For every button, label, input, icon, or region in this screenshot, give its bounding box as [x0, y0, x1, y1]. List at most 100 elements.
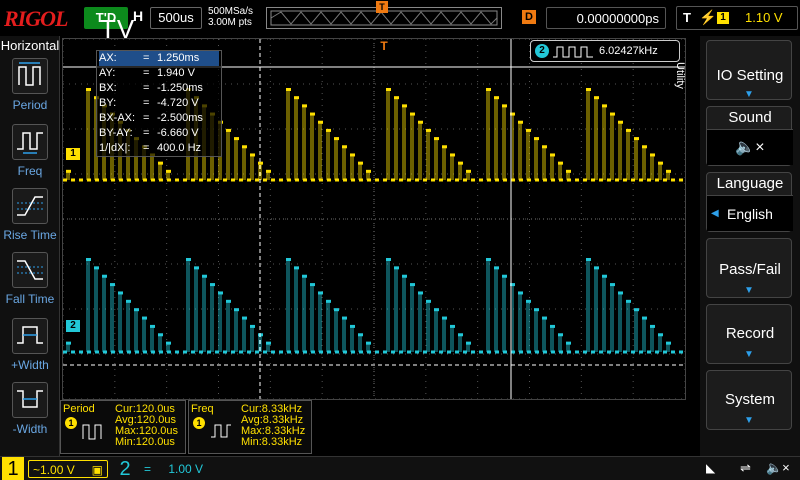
- menu-item-label: +Width: [11, 358, 49, 372]
- ch1-waveform-peak: [434, 137, 439, 141]
- ch1-number[interactable]: 1: [2, 457, 24, 480]
- chevron-left-icon: ◀: [711, 208, 719, 219]
- trigger-level: 1.10 V: [745, 10, 783, 25]
- language-button[interactable]: Language ◀ English: [706, 172, 793, 232]
- ch1-waveform-peak: [494, 96, 499, 100]
- measurement-freq[interactable]: Freq 1 Cur:8.33kHz Avg:8.33kHz Max:8.33k…: [188, 400, 312, 454]
- measurement-period[interactable]: Period 1 Cur:120.0us Avg:120.0us Max:120…: [60, 400, 186, 454]
- minus-width-icon[interactable]: [12, 382, 48, 418]
- ch2-waveform-peak: [202, 274, 207, 278]
- record-button[interactable]: Record ▼: [706, 304, 792, 364]
- ch2-waveform-peak: [558, 333, 563, 337]
- menu-item-rise-time[interactable]: Rise Time: [2, 188, 58, 248]
- menu-item-label: Record: [725, 325, 775, 342]
- freq-icon[interactable]: [12, 124, 48, 160]
- chevron-down-icon: ▼: [744, 415, 754, 426]
- trigger-position-marker: T: [376, 1, 388, 13]
- timebase-value[interactable]: 500us: [150, 7, 202, 29]
- trigger-info[interactable]: T ⚡ 1 1.10 V: [676, 6, 798, 30]
- ch2-waveform-peak: [326, 299, 331, 303]
- ch2-waveform-peak: [410, 283, 415, 287]
- sound-button[interactable]: Sound 🔈×: [706, 106, 793, 166]
- period-icon[interactable]: [12, 58, 48, 94]
- menu-item-label: Freq: [17, 164, 43, 178]
- ch2-waveform-peak: [610, 283, 615, 287]
- ch1-waveform-peak: [450, 153, 455, 157]
- io-setting-button[interactable]: IO Setting ▼: [706, 40, 792, 100]
- ch1-offset-marker[interactable]: 1: [66, 148, 80, 160]
- ch2-waveform-peak: [442, 316, 447, 320]
- freq-icon: [211, 424, 231, 438]
- menu-item-period[interactable]: Period: [2, 58, 58, 118]
- ch1-waveform-peak: [358, 161, 363, 165]
- ch2-waveform-peak: [534, 308, 539, 312]
- measurement-title: Freq: [191, 403, 214, 415]
- ch1-waveform-peak: [250, 153, 255, 157]
- ch2-coupling: =: [144, 462, 152, 476]
- ch2-waveform-peak: [266, 341, 271, 345]
- menu-item-label: Pass/Fail: [719, 261, 781, 278]
- ch2-waveform-peak: [242, 316, 247, 320]
- ch1-waveform-peak: [166, 169, 171, 173]
- menu-item-minus-width[interactable]: -Width: [2, 382, 58, 442]
- ch1-waveform-peak: [458, 161, 463, 165]
- ch2-waveform-peak: [394, 266, 399, 270]
- ch2-waveform-peak: [366, 341, 371, 345]
- cursor-readout-table: AX: = 1.250ms AY: = 1.940 V BX: = -1.250ms BY:…: [96, 50, 222, 157]
- ch1-waveform-peak: [410, 112, 415, 116]
- rigol-logo: RIGOL: [4, 6, 68, 31]
- chevron-down-icon: ▼: [744, 349, 754, 360]
- utility-side-label: Utility: [674, 62, 686, 89]
- plus-width-icon[interactable]: [12, 318, 48, 354]
- menu-item-fall-time[interactable]: Fall Time: [2, 252, 58, 312]
- rise-time-icon[interactable]: [12, 188, 48, 224]
- system-button[interactable]: System ▼: [706, 370, 792, 430]
- ch2-waveform-peak: [134, 308, 139, 312]
- pass-fail-button[interactable]: Pass/Fail ▼: [706, 238, 792, 298]
- ch2-waveform-peak: [226, 299, 231, 303]
- ch2-waveform-peak: [286, 258, 291, 261]
- menu-item-label: System: [724, 391, 775, 408]
- cursor-row: AX: = 1.250ms: [99, 51, 219, 66]
- ch1-bw-icon: ▣: [91, 463, 103, 477]
- speaker-muted-icon: 🔈×: [707, 129, 793, 165]
- ch2-waveform-peak: [386, 258, 391, 261]
- ch2-waveform-peak: [666, 341, 671, 345]
- fall-time-icon[interactable]: [12, 252, 48, 288]
- frequency-counter[interactable]: 2 6.02427kHz: [530, 40, 680, 62]
- ch2-waveform-peak: [458, 333, 463, 337]
- sample-info: 500MSa/s 3.00M pts: [208, 6, 253, 28]
- ch2-waveform-peak: [550, 324, 555, 328]
- ch2-offset-marker[interactable]: 2: [66, 320, 80, 332]
- ch1-waveform-peak: [86, 88, 91, 91]
- ch2-waveform-peak: [426, 299, 431, 303]
- ch2-number[interactable]: 2: [114, 457, 136, 480]
- ch1-scale: 1.00 V: [40, 463, 75, 477]
- ch1-settings[interactable]: ~1.00 V ▣: [28, 460, 108, 478]
- ch2-waveform-peak: [466, 341, 471, 345]
- ch2-waveform-peak: [626, 299, 631, 303]
- ch1-waveform-peak: [310, 112, 315, 116]
- ch2-waveform-peak: [634, 308, 639, 312]
- ch2-waveform-peak: [566, 341, 571, 345]
- measurement-title: Period: [63, 403, 95, 415]
- ch2-waveform-peak: [502, 274, 507, 278]
- trigger-time-marker: T: [380, 39, 388, 53]
- menu-item-plus-width[interactable]: +Width: [2, 318, 58, 378]
- menu-item-freq[interactable]: Freq: [2, 124, 58, 184]
- speaker-muted-icon: 🔈×: [766, 460, 790, 475]
- ch1-waveform-peak: [158, 161, 163, 165]
- ch2-settings[interactable]: = 1.00 V: [140, 460, 220, 478]
- delay-value[interactable]: 0.00000000ps: [546, 7, 666, 29]
- ch1-waveform-peak: [294, 96, 299, 100]
- ch2-waveform-peak: [186, 258, 191, 261]
- chevron-down-icon: ▼: [744, 89, 754, 100]
- period-icon: [82, 424, 102, 440]
- ch1-waveform-peak: [386, 88, 391, 91]
- ch2-waveform-peak: [158, 333, 163, 337]
- ch2-waveform-peak: [94, 266, 99, 270]
- chevron-down-icon: ▼: [744, 285, 754, 296]
- ch1-waveform-peak: [234, 137, 239, 141]
- ch2-waveform-peak: [102, 274, 107, 278]
- ch1-waveform-peak: [602, 104, 607, 108]
